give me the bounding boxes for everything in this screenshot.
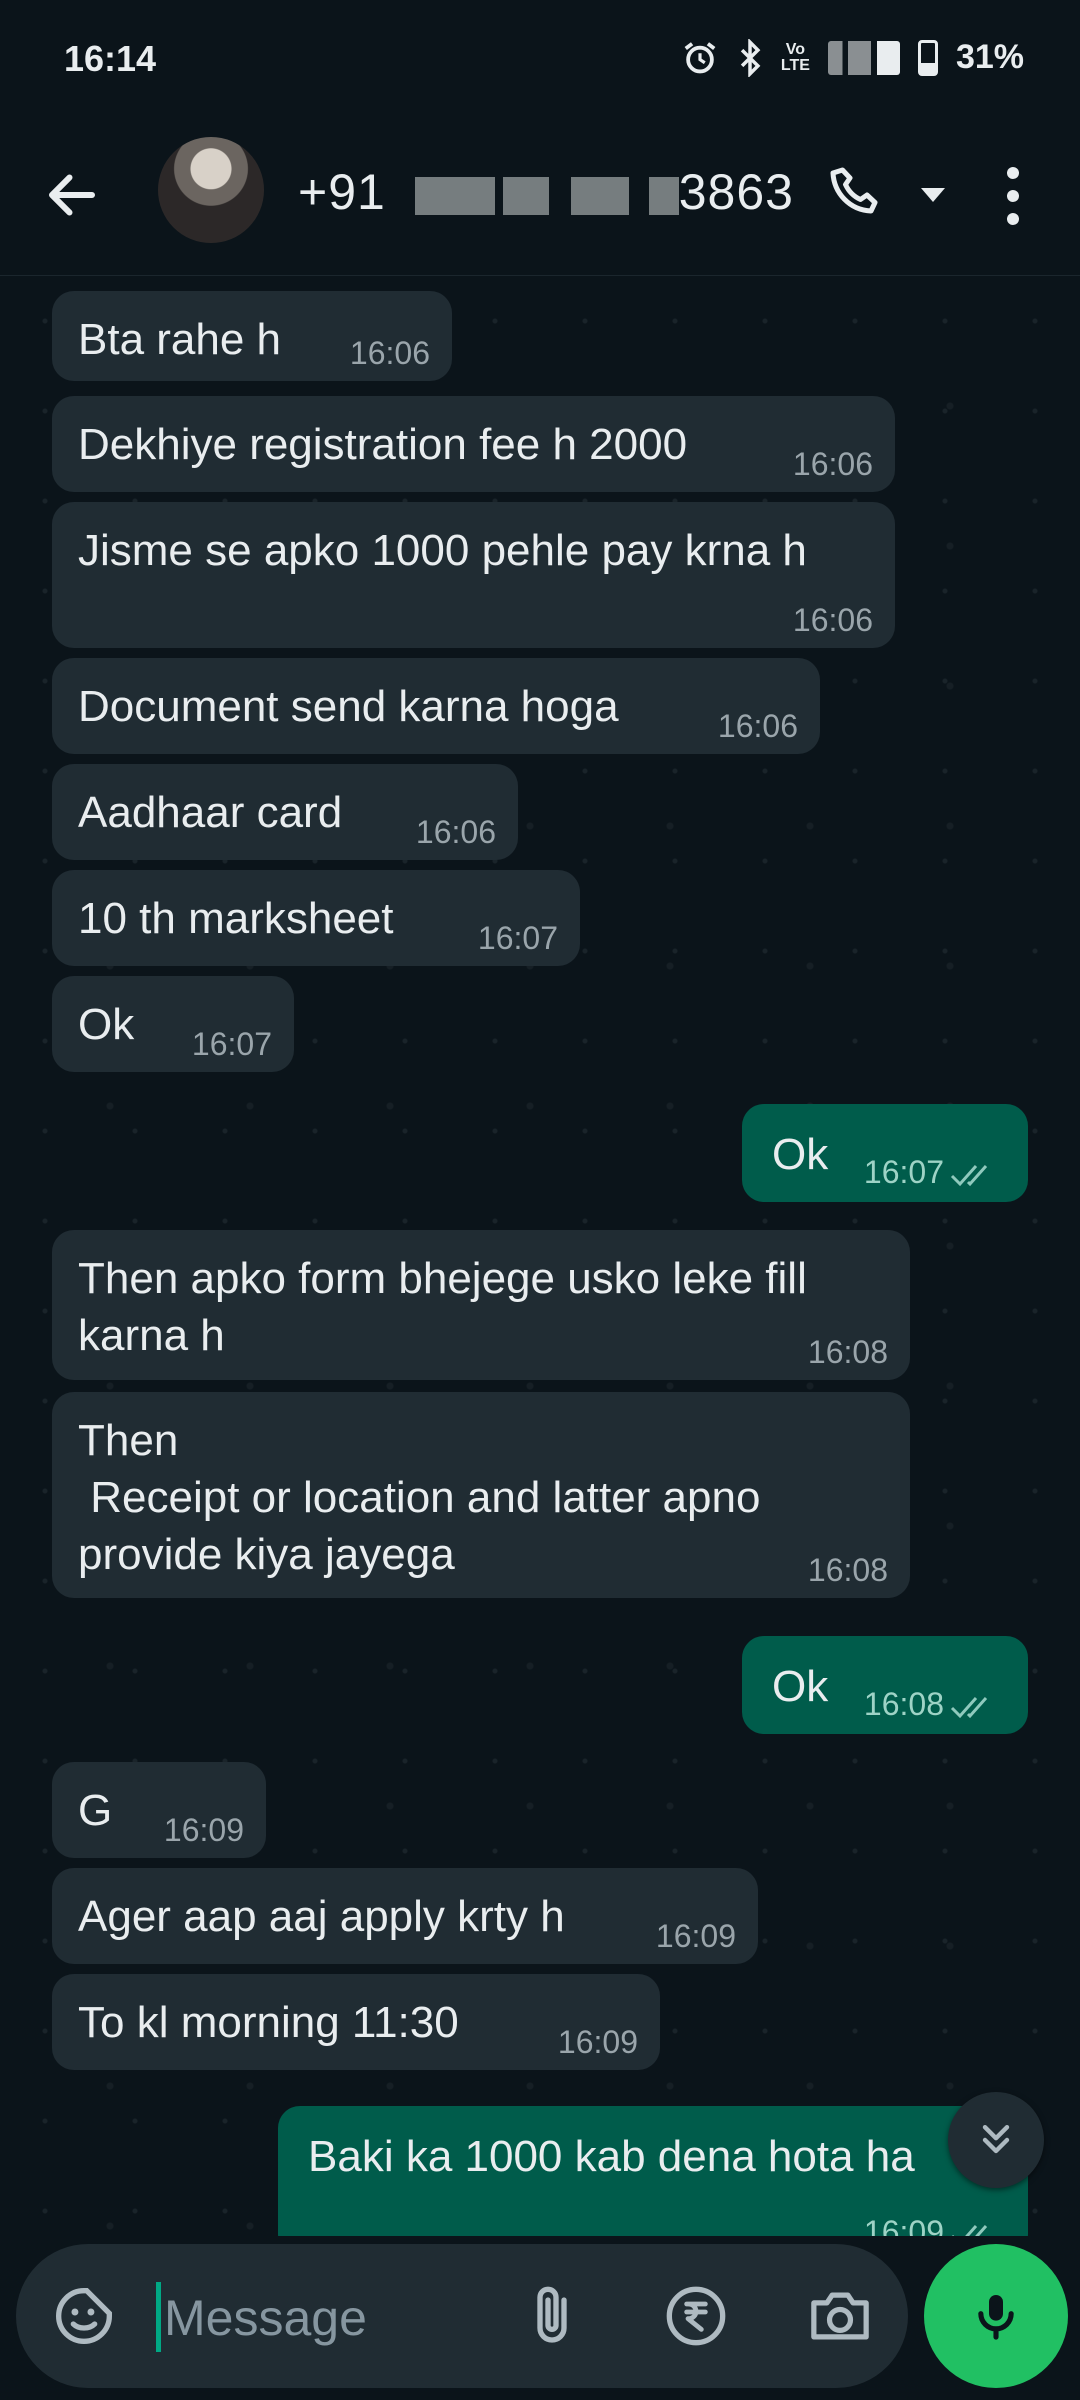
- message-text: Ok: [772, 1662, 829, 1711]
- message-text: Jisme se apko 1000 pehle pay krna h: [78, 526, 807, 575]
- status-bar: 16:14 Vo LTE 31%: [0, 0, 1080, 125]
- message-bubble[interactable]: Jisme se apko 1000 pehle pay krna h 16:0…: [52, 502, 895, 648]
- battery-percent: 31%: [955, 38, 1024, 76]
- message-text: Document send karna hoga: [78, 682, 619, 731]
- alarm-icon: [684, 41, 716, 73]
- contact-avatar[interactable]: [158, 137, 264, 243]
- attachment-icon[interactable]: [520, 2282, 584, 2350]
- call-options-caret-icon[interactable]: [918, 185, 948, 205]
- message-time: 16:06: [717, 708, 798, 744]
- battery-icon: [917, 39, 938, 76]
- status-time: 16:14: [64, 38, 157, 79]
- chat-area[interactable]: Bta rahe h 16:06 Dekhiye registration fe…: [0, 276, 1080, 2236]
- message-bubble[interactable]: Dekhiye registration fee h 2000 16:06: [52, 396, 895, 492]
- message-bubble[interactable]: 10 th marksheet 16:07: [52, 870, 580, 966]
- message-time: 16:08: [807, 1552, 888, 1588]
- redacted-block: [502, 176, 549, 215]
- payment-rupee-icon[interactable]: [664, 2284, 728, 2348]
- contact-suffix: 3863: [678, 164, 794, 220]
- message-text: Ok: [772, 1130, 829, 1179]
- message-time: 16:06: [349, 335, 430, 371]
- read-receipt-icon: [950, 1165, 988, 1187]
- message-text: Bta rahe h: [78, 315, 282, 364]
- read-receipt-icon: [950, 1697, 988, 1719]
- message-text: Dekhiye registration fee h 2000: [78, 420, 688, 469]
- message-text: Baki ka 1000 kab dena hota ha: [308, 2132, 915, 2181]
- chat-header: +91 3863: [0, 125, 1080, 276]
- message-bubble[interactable]: Aadhaar card 16:06: [52, 764, 518, 860]
- status-icons: Vo LTE 31%: [681, 38, 1024, 77]
- message-time: 16:06: [415, 814, 496, 850]
- message-time: 16:07: [191, 1026, 272, 1062]
- voice-message-button[interactable]: [924, 2244, 1068, 2388]
- message-text: To kl morning 11:30: [78, 1998, 459, 2047]
- message-bubble[interactable]: Ok 16:07: [52, 976, 294, 1072]
- message-text: Ager aap aaj apply krty h: [78, 1892, 565, 1941]
- phone-icon[interactable]: [826, 163, 886, 223]
- scroll-to-bottom-button[interactable]: [948, 2092, 1044, 2188]
- contact-name[interactable]: +91 3863: [298, 163, 794, 221]
- redacted-block: [648, 176, 679, 215]
- message-time: 16:07: [864, 1156, 1000, 1190]
- message-time: 16:09: [557, 2024, 638, 2060]
- message-bubble-sent[interactable]: Ok 16:08: [742, 1636, 1028, 1734]
- redacted-block: [414, 176, 495, 215]
- message-time: 16:08: [807, 1334, 888, 1370]
- message-bubble-sent[interactable]: Ok 16:07: [742, 1104, 1028, 1202]
- message-text: Aadhaar card: [78, 788, 343, 837]
- message-text: Ok: [78, 1000, 135, 1049]
- message-time: 16:09: [163, 1812, 244, 1848]
- message-bubble[interactable]: Document send karna hoga 16:06: [52, 658, 820, 754]
- microphone-icon: [978, 2295, 1014, 2340]
- double-chevron-down-icon: [982, 2124, 1010, 2154]
- bluetooth-icon: [740, 38, 761, 77]
- message-time: 16:06: [792, 602, 873, 638]
- text-cursor: [156, 2282, 161, 2352]
- message-bubble[interactable]: Then apko form bhejege usko leke fill ka…: [52, 1230, 910, 1380]
- message-time: 16:09: [864, 2216, 1000, 2236]
- volte-indicator: Vo LTE: [780, 40, 810, 74]
- message-time: 16:06: [792, 446, 873, 482]
- message-bubble[interactable]: G 16:09: [52, 1762, 266, 1858]
- message-bubble[interactable]: Bta rahe h 16:06: [52, 291, 452, 381]
- more-options-icon[interactable]: [998, 161, 1028, 231]
- message-time: 16:09: [655, 1918, 736, 1954]
- message-text: Then apko form bhejege usko leke fill ka…: [78, 1254, 807, 1360]
- message-bubble[interactable]: To kl morning 11:30 16:09: [52, 1974, 660, 2070]
- contact-prefix: +91: [298, 164, 386, 220]
- message-input[interactable]: [162, 2272, 486, 2364]
- read-receipt-icon: [952, 2225, 988, 2236]
- camera-icon[interactable]: [806, 2284, 874, 2348]
- message-text: G: [78, 1786, 113, 1835]
- signal-icon: [827, 40, 900, 75]
- redacted-block: [570, 176, 629, 215]
- sticker-emoji-icon[interactable]: [52, 2284, 116, 2348]
- message-bubble[interactable]: Then Receipt or location and latter apno…: [52, 1392, 910, 1598]
- message-bubble[interactable]: Ager aap aaj apply krty h 16:09: [52, 1868, 758, 1964]
- message-time: 16:07: [477, 920, 558, 956]
- message-text: Then Receipt or location and latter apno…: [78, 1416, 761, 1579]
- message-time: 16:08: [864, 1688, 1000, 1722]
- message-bubble-sent[interactable]: Baki ka 1000 kab dena hota ha 16:09: [278, 2106, 1028, 2236]
- back-arrow-icon[interactable]: [42, 165, 102, 225]
- message-composer: [16, 2244, 908, 2388]
- message-text: 10 th marksheet: [78, 894, 394, 943]
